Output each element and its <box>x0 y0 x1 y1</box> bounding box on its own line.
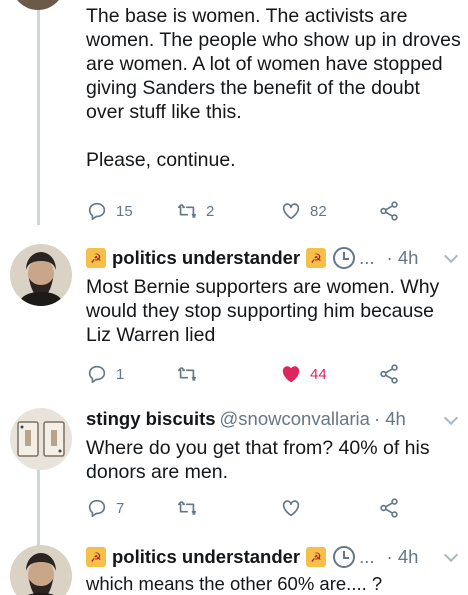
retweet-icon <box>177 203 197 219</box>
truncation-dots: ... <box>359 247 375 268</box>
avatar-partial[interactable] <box>12 0 64 10</box>
display-name[interactable]: stingy biscuits <box>86 408 216 430</box>
heart-icon <box>282 366 300 383</box>
truncation-dots: ... <box>359 546 375 567</box>
tweet-2-header: ☭ politics understander ☭ ... · 4h <box>86 245 418 271</box>
share-icon <box>380 498 398 518</box>
chevron-down-icon[interactable] <box>443 248 459 264</box>
timestamp[interactable]: · 4h <box>374 408 406 430</box>
avatar-portrait-image <box>10 545 72 595</box>
reply-count: 7 <box>116 499 125 517</box>
like-count: 82 <box>310 202 327 220</box>
like-button[interactable]: 44 <box>280 362 327 386</box>
clock-icon <box>333 247 356 269</box>
hammer-sickle-badge-icon: ☭ <box>306 248 327 268</box>
tweet-4-text: which means the other 60% are.... ? <box>86 573 383 594</box>
share-button[interactable] <box>378 362 400 386</box>
chevron-down-icon[interactable] <box>443 547 459 563</box>
reply-icon <box>88 499 106 518</box>
share-button[interactable] <box>378 199 400 223</box>
share-button[interactable] <box>378 496 400 520</box>
reply-count: 15 <box>116 202 133 220</box>
reply-icon <box>88 365 106 384</box>
timestamp[interactable]: · 4h <box>387 546 419 568</box>
hammer-sickle-badge-icon: ☭ <box>86 248 106 268</box>
retweet-button[interactable] <box>176 362 198 386</box>
handle[interactable]: @snowconvallaria <box>220 408 370 430</box>
reply-button[interactable]: 15 <box>86 199 133 223</box>
tweet-3-actions: 7 <box>86 496 406 520</box>
display-name[interactable]: politics understander <box>112 247 300 269</box>
retweet-button[interactable]: 2 <box>176 199 214 223</box>
like-count: 44 <box>310 365 327 383</box>
like-button[interactable] <box>280 496 302 520</box>
hammer-sickle-badge-icon: ☭ <box>86 547 106 567</box>
tweet-3-header: stingy biscuits @snowconvallaria · 4h <box>86 406 406 432</box>
tweet-3-text: Where do you get that from? 40% of his d… <box>86 437 430 483</box>
reply-icon <box>88 202 106 221</box>
timestamp[interactable]: · 4h <box>387 247 419 269</box>
share-icon <box>380 201 398 221</box>
like-button[interactable]: 82 <box>280 199 327 223</box>
avatar-portrait-image <box>10 244 72 306</box>
reply-count: 1 <box>116 365 125 383</box>
share-icon <box>380 364 398 384</box>
retweet-icon <box>177 500 197 516</box>
tweet-4-header: ☭ politics understander ☭ ... · 4h <box>86 544 418 570</box>
retweet-count: 2 <box>206 202 215 220</box>
retweet-icon <box>177 366 197 382</box>
reply-button[interactable]: 1 <box>86 362 124 386</box>
heart-icon <box>282 203 300 220</box>
hammer-sickle-badge-icon: ☭ <box>306 547 327 567</box>
tweet-1-text: The base is women. The activists are wom… <box>86 5 461 171</box>
tweet-2-text: Most Bernie supporters are women. Why wo… <box>86 276 440 346</box>
thread-line-bottom <box>37 470 40 550</box>
clock-icon <box>333 546 356 568</box>
avatar[interactable] <box>10 408 72 470</box>
avatar-light-switches-image <box>10 408 72 470</box>
chevron-down-icon[interactable] <box>443 410 459 426</box>
thread-line-top <box>37 0 40 225</box>
avatar[interactable] <box>10 244 72 306</box>
heart-icon <box>282 500 300 517</box>
tweet-2-actions: 1 44 <box>86 362 406 386</box>
display-name[interactable]: politics understander <box>112 546 300 568</box>
tweet-1-actions: 15 2 82 <box>86 199 406 223</box>
avatar[interactable] <box>10 545 72 595</box>
retweet-button[interactable] <box>176 496 198 520</box>
reply-button[interactable]: 7 <box>86 496 124 520</box>
